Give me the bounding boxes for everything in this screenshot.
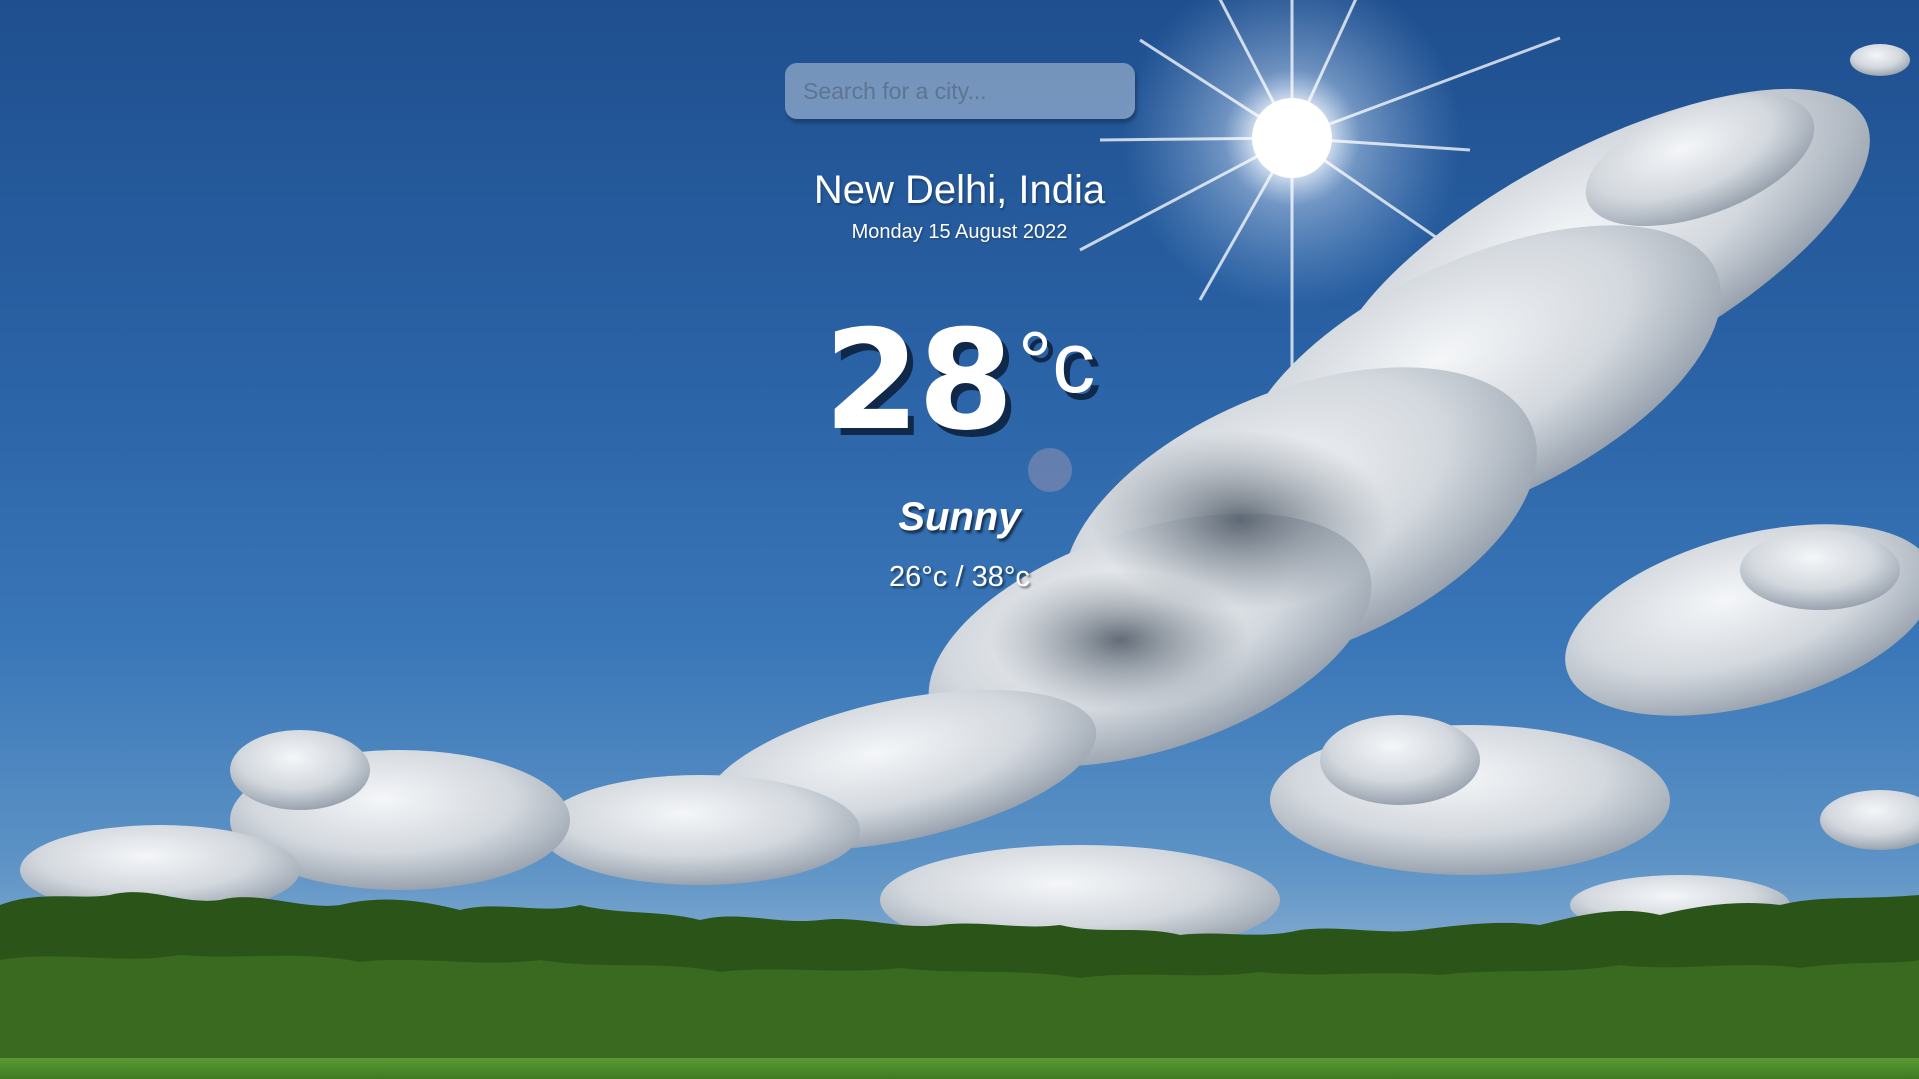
weather-app: New Delhi, India Monday 15 August 2022 2… (0, 0, 1919, 1079)
city-search-input[interactable] (785, 63, 1135, 119)
temperature-range: 26°c / 38°c (889, 561, 1030, 593)
current-date: Monday 15 August 2022 (851, 221, 1068, 243)
temperature-value: 28 (823, 300, 1014, 461)
location-name: New Delhi, India (813, 168, 1106, 212)
weather-panel: New Delhi, India Monday 15 August 2022 2… (0, 0, 1919, 1079)
weather-condition: Sunny (898, 495, 1021, 539)
current-temperature: 28°c (0, 300, 1919, 461)
temperature-unit: °c (1017, 315, 1096, 411)
